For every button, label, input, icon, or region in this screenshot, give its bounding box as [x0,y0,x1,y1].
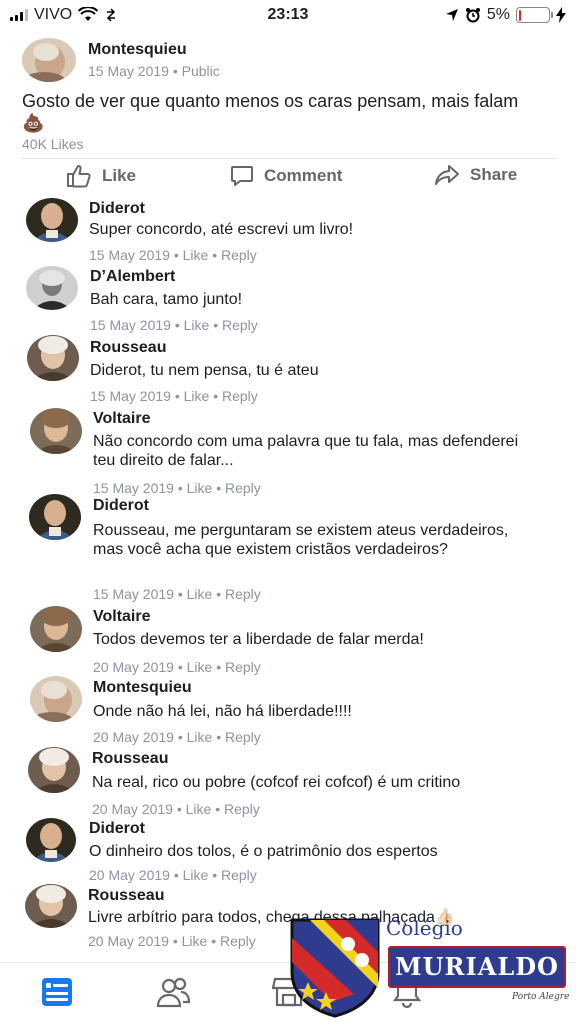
comment-text: Bah cara, tamo junto! [90,291,243,308]
comment-meta[interactable]: 20 May 2019 • Like • Reply [89,867,257,883]
wifi-icon [78,7,99,21]
comment-item: Voltaire Não concordo com uma palavra qu… [0,406,576,496]
comment-item: Diderot Rousseau, me perguntaram se exis… [0,494,576,604]
avatar[interactable] [22,38,76,82]
thumbs-up-icon [67,165,91,188]
comment-meta[interactable]: 15 May 2019 • Like • Reply [90,317,258,333]
avatar[interactable] [25,884,77,928]
comment-author[interactable]: Voltaire [93,410,151,428]
post-likes-count[interactable]: 40K Likes [22,136,83,152]
comment-text: Diderot, tu nem pensa, tu é ateu [90,362,319,379]
comment-text: Onde não há lei, não há liberdade!!!! [93,703,352,720]
like-button[interactable]: Like [66,164,136,188]
comment-author[interactable]: Diderot [93,497,149,515]
comment-icon [231,166,253,186]
logo-line-3: Porto Alegre [512,992,570,1002]
status-bar: VIVO 23:13 5% [0,0,576,30]
post-header: Montesquieu 15 May 2019 • Public [22,38,220,82]
share-button[interactable]: Share [434,164,517,186]
crest-icon [290,918,380,1018]
comment-item: Voltaire Todos devemos ter a liberdade d… [0,604,576,676]
friends-icon[interactable] [155,975,191,1014]
comment-meta[interactable]: 15 May 2019 • Like • Reply [90,388,258,404]
comment-item: Diderot O dinheiro dos tolos, é o patrim… [0,818,576,884]
avatar[interactable] [26,198,78,242]
logo-line-2: MURIALDO [395,952,559,981]
location-icon [445,9,458,21]
comment-author[interactable]: Rousseau [90,339,166,357]
comment-text: Na real, rico ou pobre (cofcof rei cofco… [92,774,461,791]
avatar[interactable] [29,494,81,540]
comment-author[interactable]: D’Alembert [90,268,175,286]
school-logo: Colégio MURIALDO Porto Alegre [290,914,572,1020]
post-text: Gosto de ver que quanto menos os caras p… [22,91,519,133]
comment-meta[interactable]: 15 May 2019 • Like • Reply [89,247,257,263]
post-date: 15 May 2019 • Public [88,63,220,79]
logo-banner: MURIALDO [388,946,566,988]
comment-meta[interactable]: 15 May 2019 • Like • Reply [93,586,261,602]
carrier-label: VIVO [34,6,73,23]
avatar[interactable] [30,606,82,652]
divider [22,158,558,159]
avatar[interactable] [27,335,79,381]
comment-text: Rousseau, me perguntaram se existem ateu… [93,522,509,558]
share-label: Share [470,165,518,184]
comment-meta[interactable]: 20 May 2019 • Like • Reply [92,801,260,817]
comment-text: Não concordo com uma palavra que tu fala… [93,433,519,469]
feed-icon[interactable] [40,975,74,1014]
logo-line-1: Colégio [386,916,463,940]
post-actions: Like Comment Share [0,164,576,198]
comment-label: Comment [264,166,343,185]
share-icon [435,165,459,185]
comment-item: D’Alembert Bah cara, tamo junto! 15 May … [0,264,576,334]
sync-icon [107,8,116,22]
comment-author[interactable]: Diderot [89,200,145,218]
comment-meta[interactable]: 20 May 2019 • Like • Reply [88,933,256,949]
comment-meta[interactable]: 20 May 2019 • Like • Reply [93,729,261,745]
comment-text: Todos devemos ter a liberdade de falar m… [93,631,424,648]
post-author[interactable]: Montesquieu [88,41,220,59]
signal-icon [10,9,28,21]
comment-author[interactable]: Montesquieu [93,679,192,697]
comment-author[interactable]: Diderot [89,820,145,838]
comment-item: Diderot Super concordo, até escrevi um l… [0,196,576,266]
comment-item: Rousseau Na real, rico ou pobre (cofcof … [0,747,576,819]
avatar[interactable] [26,266,78,310]
avatar[interactable] [26,818,76,862]
comment-author[interactable]: Rousseau [88,887,164,905]
avatar[interactable] [30,408,82,454]
avatar[interactable] [30,676,82,722]
battery-icon [516,7,553,23]
alarm-icon [465,8,480,23]
like-label: Like [102,166,137,185]
comment-button[interactable]: Comment [230,164,342,188]
battery-percent: 5% [486,6,510,23]
comment-item: Rousseau Diderot, tu nem pensa, tu é ate… [0,335,576,405]
comment-text: Super concordo, até escrevi um livro! [89,221,354,238]
comment-text: O dinheiro dos tolos, é o patrimônio dos… [89,843,438,860]
avatar[interactable] [28,747,80,793]
comment-meta[interactable]: 20 May 2019 • Like • Reply [93,659,261,675]
comment-author[interactable]: Rousseau [92,750,168,768]
charging-icon [556,7,566,23]
comment-author[interactable]: Voltaire [93,608,151,626]
comment-item: Montesquieu Onde não há lei, não há libe… [0,676,576,748]
